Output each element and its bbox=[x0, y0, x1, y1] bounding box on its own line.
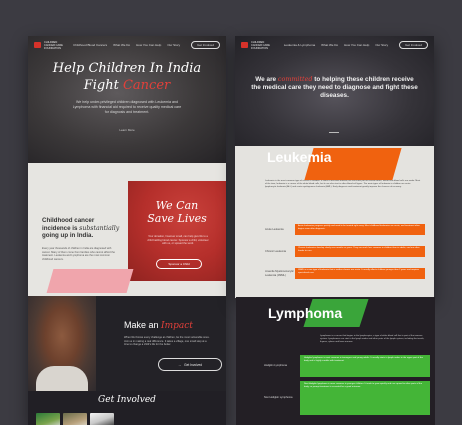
leukemia-type-description: Acute leukemias progress quickly and nee… bbox=[295, 224, 425, 235]
hero-title-line1: Help Children In India bbox=[52, 61, 202, 76]
leukemia-lymphoma-page-mockup: CHILDREN CANCER CARE FOUNDATION Leukemia… bbox=[235, 36, 434, 298]
lymphoma-type-description: Hodgkin lymphoma is most common in teena… bbox=[300, 355, 430, 377]
cancer-text: Every year thousands of children in Indi… bbox=[42, 247, 115, 261]
nav-links: Leukemia & Lymphoma What We Do How You C… bbox=[284, 41, 428, 49]
top-nav: CHILDREN CANCER CARE FOUNDATION Childhoo… bbox=[28, 36, 226, 54]
leukemia-type-label: Acute Leukemia bbox=[265, 227, 284, 231]
hero-title-fight: Fight bbox=[83, 78, 119, 93]
nav-link-what-we-do[interactable]: What We Do bbox=[321, 43, 338, 47]
thumbnail-photo[interactable] bbox=[90, 413, 114, 425]
committed-heading-em: committed bbox=[277, 75, 313, 83]
lymphoma-type-label: Non Hodgkin Lymphoma bbox=[264, 396, 293, 400]
nav-link-what-we-do[interactable]: What We Do bbox=[113, 43, 130, 47]
lymphoma-type-row: Hodgkin Lymphoma Hodgkin lymphoma is mos… bbox=[264, 355, 430, 377]
nav-link-leukemia-lymphoma[interactable]: Leukemia & Lymphoma bbox=[284, 43, 315, 47]
learn-more-link[interactable]: Learn More bbox=[28, 128, 226, 132]
impact-title-pre: Make an bbox=[124, 320, 159, 330]
girl-shirt bbox=[36, 366, 88, 391]
we-can-save-lives-title: We Can Save Lives bbox=[128, 199, 226, 225]
sponsor-a-child-button[interactable]: Sponsor a Child bbox=[156, 259, 202, 269]
leukemia-type-description: Chronic leukemias develop slowly over mo… bbox=[295, 246, 425, 257]
leukemia-title: Leukemia bbox=[267, 149, 332, 165]
get-involved-button[interactable]: → Get Involved bbox=[158, 358, 222, 371]
cancer-incidence-section: Childhood cancer incidence is substantia… bbox=[28, 163, 226, 296]
leukemia-intro: Leukemia is the most common type of canc… bbox=[265, 180, 421, 188]
logo-icon[interactable] bbox=[241, 42, 248, 48]
canwe-line1: We Can bbox=[155, 199, 199, 212]
impact-title: Make an Impact bbox=[124, 320, 193, 331]
nav-link-how-you-can-help[interactable]: How You Can Help bbox=[344, 43, 369, 47]
cancer-title-line2-pre: incidence is bbox=[42, 224, 78, 232]
leukemia-type-row: Chronic Leukemia Chronic leukemias devel… bbox=[265, 246, 425, 257]
hero-subtitle: We help under-privileged children diagno… bbox=[72, 100, 182, 114]
save-lives-text: Your donation, however small, can help g… bbox=[147, 235, 209, 246]
leukemia-type-row: Acute Leukemia Acute leukemias progress … bbox=[265, 224, 425, 235]
logo-text[interactable]: CHILDREN CANCER CARE FOUNDATION bbox=[44, 41, 66, 50]
logo-text[interactable]: CHILDREN CANCER CARE FOUNDATION bbox=[251, 41, 273, 50]
girl-photo bbox=[28, 296, 96, 391]
get-involved-nav-button[interactable]: Get Involved bbox=[191, 41, 220, 49]
hero-title: Help Children In India Fight Cancer bbox=[28, 60, 226, 94]
cancer-title-line2: incidence is substantially bbox=[42, 225, 122, 233]
thumbnail-photo[interactable] bbox=[36, 413, 60, 425]
cancer-title-line2-em: substantially bbox=[79, 224, 120, 232]
cancer-title-line3: going up in India. bbox=[42, 232, 94, 239]
impact-title-em: Impact bbox=[161, 321, 193, 331]
get-involved-section: Get Involved bbox=[28, 391, 226, 425]
committed-heading: We are committed to helping these childr… bbox=[251, 75, 418, 100]
nav-link-our-story[interactable]: Our Story bbox=[375, 43, 388, 47]
nav-links: Childhood Blood Cancers What We Do How Y… bbox=[73, 41, 220, 49]
scroll-down-indicator[interactable] bbox=[329, 132, 339, 133]
lymphoma-type-row: Non Hodgkin Lymphoma Non-Hodgkin lymphom… bbox=[264, 381, 430, 415]
get-involved-nav-button[interactable]: Get Involved bbox=[399, 41, 428, 49]
lymphoma-title: Lymphoma bbox=[268, 305, 343, 321]
leukemia-type-label: Juvenile Myelomonocytic Leukemia (JMML) bbox=[265, 270, 294, 277]
cancer-title-line1: Childhood cancer bbox=[42, 217, 95, 224]
hero-section: CHILDREN CANCER CARE FOUNDATION Childhoo… bbox=[28, 36, 226, 163]
hero-title-accent: Cancer bbox=[122, 78, 171, 93]
lymphoma-type-description: Non-Hodgkin lymphoma is more common in y… bbox=[300, 381, 430, 415]
photo-thumbnails bbox=[36, 413, 114, 425]
leukemia-type-row: Juvenile Myelomonocytic Leukemia (JMML) … bbox=[265, 268, 425, 279]
impact-section: Make an Impact When life throws every ch… bbox=[28, 296, 226, 391]
committed-heading-pre: We are bbox=[255, 76, 277, 83]
leukemia-type-label: Chronic Leukemia bbox=[265, 249, 286, 253]
get-involved-button-label: Get Involved bbox=[184, 362, 203, 367]
impact-text: When life throws every challenge at chil… bbox=[124, 336, 210, 347]
canwe-line2: Save Lives bbox=[147, 212, 207, 225]
top-nav: CHILDREN CANCER CARE FOUNDATION Leukemia… bbox=[235, 36, 434, 54]
get-involved-title: Get Involved bbox=[98, 395, 156, 405]
leukemia-type-description: JMML is a rare type of leukemia that is … bbox=[295, 268, 425, 279]
nav-link-how-you-can-help[interactable]: How You Can Help bbox=[136, 43, 161, 47]
hero-title-line2: Fight Cancer bbox=[28, 77, 226, 94]
thumbnail-photo[interactable] bbox=[63, 413, 87, 425]
lymphoma-section: Lymphoma Lymphoma is a cancer that begin… bbox=[236, 297, 435, 425]
lymphoma-type-label: Hodgkin Lymphoma bbox=[264, 364, 287, 368]
pink-decor-shape bbox=[46, 269, 134, 293]
cancer-title: Childhood cancer incidence is substantia… bbox=[42, 217, 122, 240]
lymphoma-intro: Lymphoma is a cancer that begins in the … bbox=[320, 335, 425, 343]
arrow-right-icon: → bbox=[177, 362, 182, 367]
committed-hero-section: CHILDREN CANCER CARE FOUNDATION Leukemia… bbox=[235, 36, 434, 146]
logo-icon[interactable] bbox=[34, 42, 41, 48]
nav-link-childhood-blood-cancers[interactable]: Childhood Blood Cancers bbox=[73, 43, 107, 47]
home-page-mockup: CHILDREN CANCER CARE FOUNDATION Childhoo… bbox=[28, 36, 226, 425]
committed-heading-post: to helping these children receive the me… bbox=[251, 76, 418, 99]
nav-link-our-story[interactable]: Our Story bbox=[167, 43, 180, 47]
